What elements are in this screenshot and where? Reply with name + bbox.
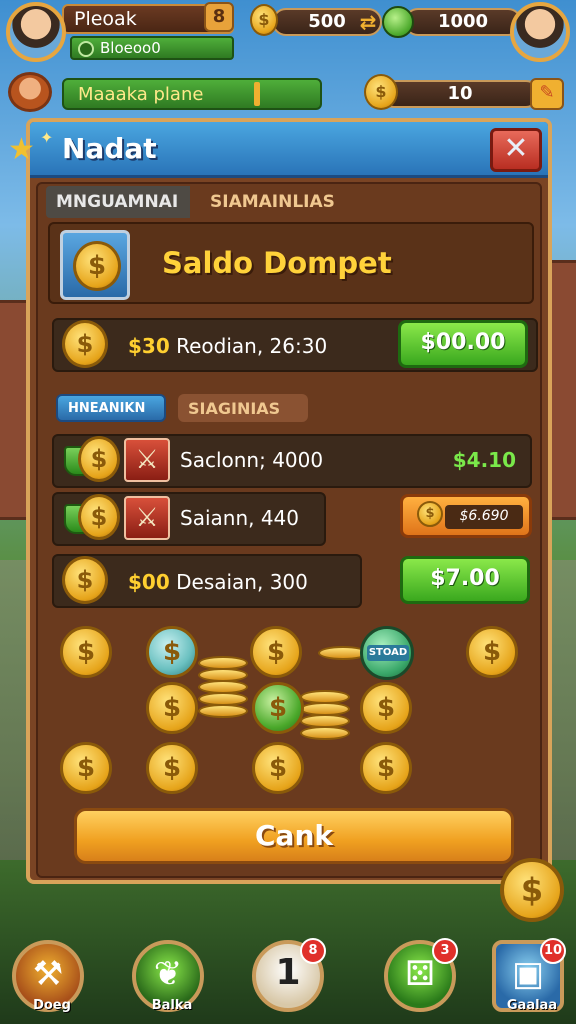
nav-leaf[interactable]: ❦ Balka (132, 940, 204, 1013)
coin-stack-icon (300, 702, 350, 716)
coin-stack-icon (300, 714, 350, 728)
panel-body: MNGUAMNAI SIAMAINLIAS $ Saldo Dompet $ $… (36, 182, 542, 878)
tab-mnguamnai[interactable]: MNGUAMNAI (46, 186, 190, 218)
coin-count: 500 (308, 11, 346, 32)
quest-progress-marker (254, 82, 260, 106)
history-row-2: $ ⚔ Saiann, 440 (52, 492, 326, 546)
nav-label-doeg: Doeg (33, 998, 71, 1013)
balance-label: Reodian, 26:30 (176, 334, 328, 358)
nav-number[interactable]: 1 8 (252, 938, 326, 1012)
quest-label: Maaaka plane (78, 84, 204, 105)
coin-icon: $ (252, 742, 304, 794)
gem-counter[interactable]: 1000 (404, 8, 522, 36)
player-sub-label: Bloeoo0 (100, 39, 161, 57)
history-2-button[interactable]: $ $6.690 (400, 494, 532, 538)
deposit-label: Desaian, 300 (176, 570, 308, 594)
notification-badge: 8 (300, 938, 326, 964)
coin-icon: $ (360, 742, 412, 794)
level-badge[interactable]: 8 (204, 2, 234, 32)
helper-avatar[interactable] (8, 72, 52, 112)
player-sub-plate: Bloeoo0 (70, 36, 234, 60)
deposit-row: $ $00 Desaian, 300 (52, 554, 362, 608)
hammer-icon: ⚒ (32, 954, 64, 994)
notification-badge: 3 (432, 938, 458, 964)
nav-dice[interactable]: ⚄ 3 (384, 938, 458, 1012)
close-button[interactable]: ✕ (490, 128, 542, 172)
history-1-label: Saclonn; 4000 (180, 448, 324, 472)
nav-hammer[interactable]: ⚒ Doeg (12, 940, 84, 1013)
wallet-card: $ Saldo Dompet (48, 222, 534, 304)
coin-icon: $ (60, 742, 112, 794)
tab-siaginias[interactable]: SIAGINIAS (178, 394, 308, 422)
quest-counter: 10 (380, 80, 540, 108)
blue-coin-icon: $ (146, 626, 198, 678)
coin-stack-icon (300, 726, 350, 740)
balance-claim-button[interactable]: $00.00 (398, 320, 528, 368)
sword-icon: ⚔ (124, 438, 170, 482)
coin-stack-icon (300, 690, 350, 704)
status-dot-icon (78, 41, 94, 57)
floating-coin-icon[interactable]: $ (500, 858, 564, 922)
panel-title: Nadat (62, 132, 157, 165)
sparkle-icon: ✦ (40, 128, 54, 147)
history-coin-icon: $ (78, 436, 120, 482)
tab-siamainlias[interactable]: SIAMAINLIAS (200, 186, 400, 218)
coin-icon: $ (360, 682, 412, 734)
coin-stack-icon (198, 668, 248, 682)
leaf-icon: ❦ (153, 954, 183, 994)
gem-count: 1000 (437, 11, 489, 32)
opponent-avatar[interactable] (510, 2, 570, 62)
quest-coin-icon: $ (364, 74, 398, 110)
wallet-panel: ✦ Nadat ✕ ★ MNGUAMNAI SIAMAINLIAS $ Sald… (8, 118, 552, 884)
balance-text: $30 Reodian, 26:30 (128, 334, 327, 358)
nav-box[interactable]: ▣ 10 Gaalaa (492, 938, 566, 1013)
history-2-label: Saiann, 440 (180, 506, 300, 530)
swap-icon[interactable]: ⇄ (358, 10, 378, 34)
quest-bar[interactable]: Maaaka plane (62, 78, 322, 110)
quest-count: 10 (447, 83, 473, 104)
coin-icon: $ (146, 682, 198, 734)
coin-stack-icon (198, 692, 248, 706)
coin-badge-label: STOAD (367, 645, 409, 661)
history-row-1: $ ⚔ Saclonn; 4000 $4.10 (52, 434, 532, 488)
nav-label-balka: Balka (151, 998, 193, 1013)
wallet-coin-icon: $ (60, 230, 130, 300)
coin-stack-icon (198, 704, 248, 718)
coin-icon: $ (250, 4, 278, 36)
deposit-amount: $00 (128, 570, 170, 594)
balance-amount: $30 (128, 334, 170, 358)
action-button[interactable]: Cank (74, 808, 514, 864)
player-avatar[interactable] (6, 2, 66, 62)
history-coin-icon: $ (78, 494, 120, 540)
sword-icon: ⚔ (124, 496, 170, 540)
coin-stack-icon (198, 680, 248, 694)
coin-icon: $ (146, 742, 198, 794)
deposit-coin-icon: $ (62, 556, 108, 604)
deposit-text: $00 Desaian, 300 (128, 570, 308, 594)
edit-icon[interactable]: ✎ (530, 78, 564, 110)
coin-stack-icon (198, 656, 248, 670)
wallet-title: Saldo Dompet (162, 246, 392, 280)
button-coin-icon: $ (417, 501, 443, 527)
coin-icon: $ (60, 626, 112, 678)
deposit-button[interactable]: $7.00 (400, 556, 530, 604)
coin-badge-icon: STOAD (360, 626, 414, 680)
tab-hneanikn[interactable]: HNEANIKN (56, 394, 166, 422)
player-name: Pleoak (74, 8, 137, 30)
gem-icon (382, 6, 414, 38)
green-coin-icon: $ (252, 682, 304, 734)
coin-icon: $ (466, 626, 518, 678)
notification-badge: 10 (540, 938, 566, 964)
panel-header: ✦ Nadat ✕ (30, 122, 548, 178)
star-icon: ★ (8, 132, 35, 167)
nav-label-gaalaa: Gaalaa (506, 998, 558, 1013)
history-1-value: $4.10 (452, 448, 516, 472)
coin-icon: $ (250, 626, 302, 678)
history-2-button-label: $6.690 (445, 505, 523, 529)
balance-coin-icon: $ (62, 320, 108, 368)
